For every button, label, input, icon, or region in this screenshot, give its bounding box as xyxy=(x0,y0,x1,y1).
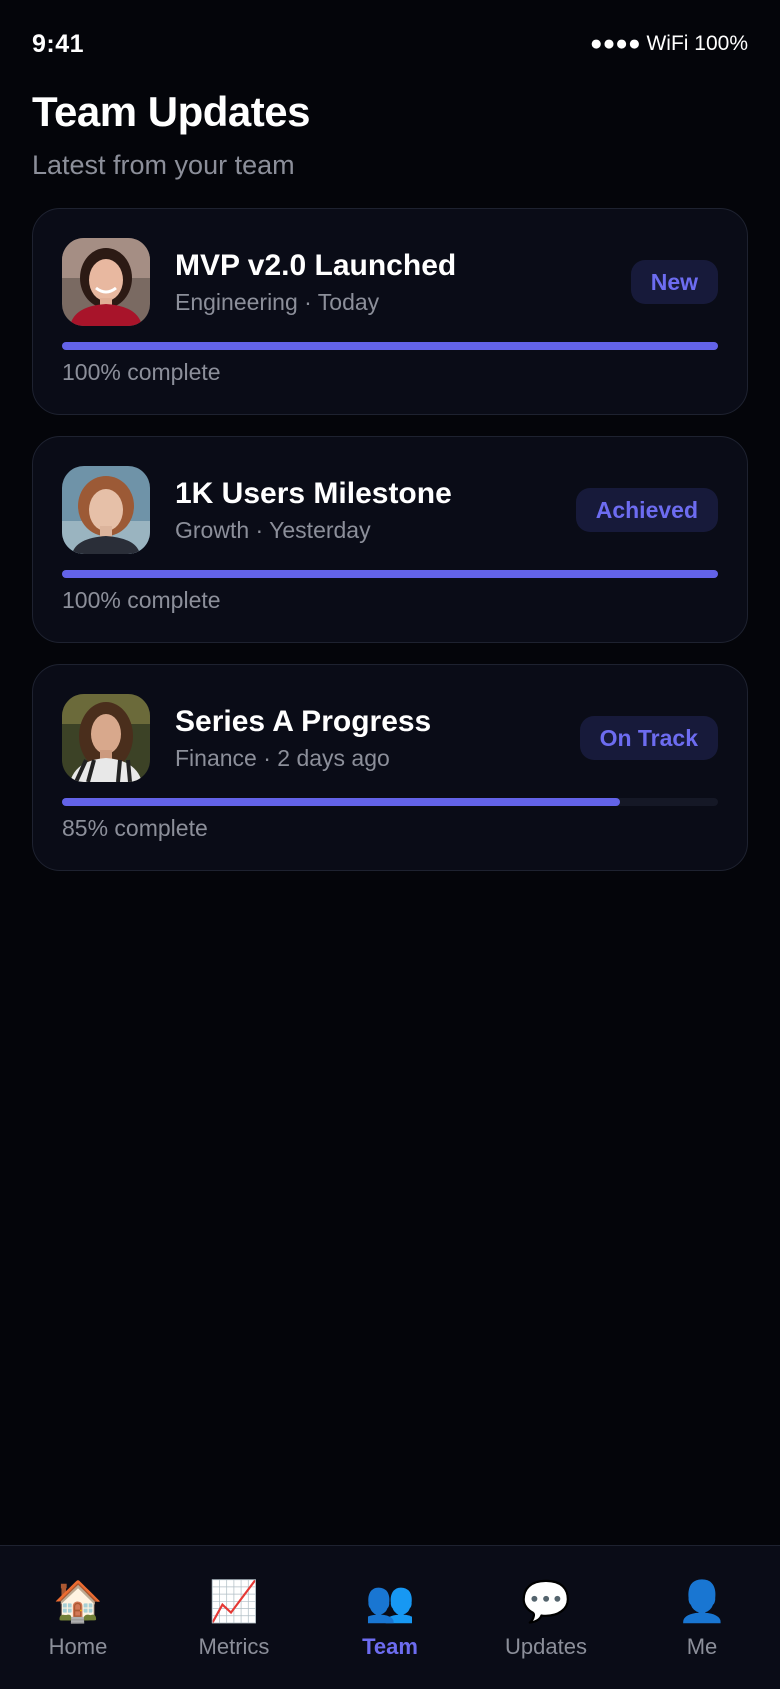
tab-label: Home xyxy=(48,1634,108,1659)
updates-list: MVP v2.0 Launched Engineering · Today Ne… xyxy=(32,208,748,892)
avatar xyxy=(62,238,150,326)
tab-updates[interactable]: 💬 Updates xyxy=(468,1546,624,1689)
status-badge: New xyxy=(630,260,718,304)
progress-bar xyxy=(62,570,718,578)
update-card[interactable]: Series A Progress Finance · 2 days ago O… xyxy=(32,664,748,871)
progress-bar xyxy=(62,342,718,350)
people-icon: 👥 xyxy=(365,1580,415,1624)
status-indicators: ●●●● WiFi 100% xyxy=(589,32,748,55)
avatar xyxy=(62,694,150,782)
tab-label: Team xyxy=(362,1634,418,1659)
status-time: 9:41 xyxy=(32,30,85,58)
progress-label: 85% complete xyxy=(62,815,208,841)
progress-bar xyxy=(62,798,718,806)
progress-label: 100% complete xyxy=(62,587,221,613)
tab-label: Updates xyxy=(505,1634,587,1659)
house-icon: 🏠 xyxy=(53,1580,103,1624)
update-card[interactable]: MVP v2.0 Launched Engineering · Today Ne… xyxy=(32,208,748,415)
chart-icon: 📈 xyxy=(209,1580,259,1624)
status-bar: 9:41 ●●●● WiFi 100% xyxy=(0,0,780,90)
avatar xyxy=(62,466,150,554)
update-meta: Engineering · Today xyxy=(175,289,380,315)
page-subtitle: Latest from your team xyxy=(32,150,295,180)
page-title: Team Updates xyxy=(32,88,310,135)
tab-label: Me xyxy=(686,1634,718,1659)
progress-fill xyxy=(62,342,718,350)
tab-team[interactable]: 👥 Team xyxy=(312,1546,468,1689)
update-card[interactable]: 1K Users Milestone Growth · Yesterday Ac… xyxy=(32,436,748,643)
update-meta: Growth · Yesterday xyxy=(175,517,371,543)
status-badge: Achieved xyxy=(575,488,718,532)
update-meta: Finance · 2 days ago xyxy=(175,745,390,771)
tab-label: Metrics xyxy=(198,1634,270,1659)
person-icon: 👤 xyxy=(677,1580,727,1624)
tab-me[interactable]: 👤 Me xyxy=(624,1546,780,1689)
header: Team Updates Latest from your team xyxy=(32,88,310,181)
progress-fill xyxy=(62,798,620,806)
status-badge: On Track xyxy=(579,716,718,760)
progress-label: 100% complete xyxy=(62,359,221,385)
update-title: Series A Progress xyxy=(175,705,432,738)
bottom-tab-bar: 🏠 Home 📈 Metrics 👥 Team 💬 Updates 👤 Me xyxy=(0,1545,780,1689)
tab-metrics[interactable]: 📈 Metrics xyxy=(156,1546,312,1689)
tab-home[interactable]: 🏠 Home xyxy=(0,1546,156,1689)
update-title: 1K Users Milestone xyxy=(175,477,452,510)
speech-bubble-icon: 💬 xyxy=(521,1580,571,1624)
update-title: MVP v2.0 Launched xyxy=(175,249,457,282)
progress-fill xyxy=(62,570,718,578)
